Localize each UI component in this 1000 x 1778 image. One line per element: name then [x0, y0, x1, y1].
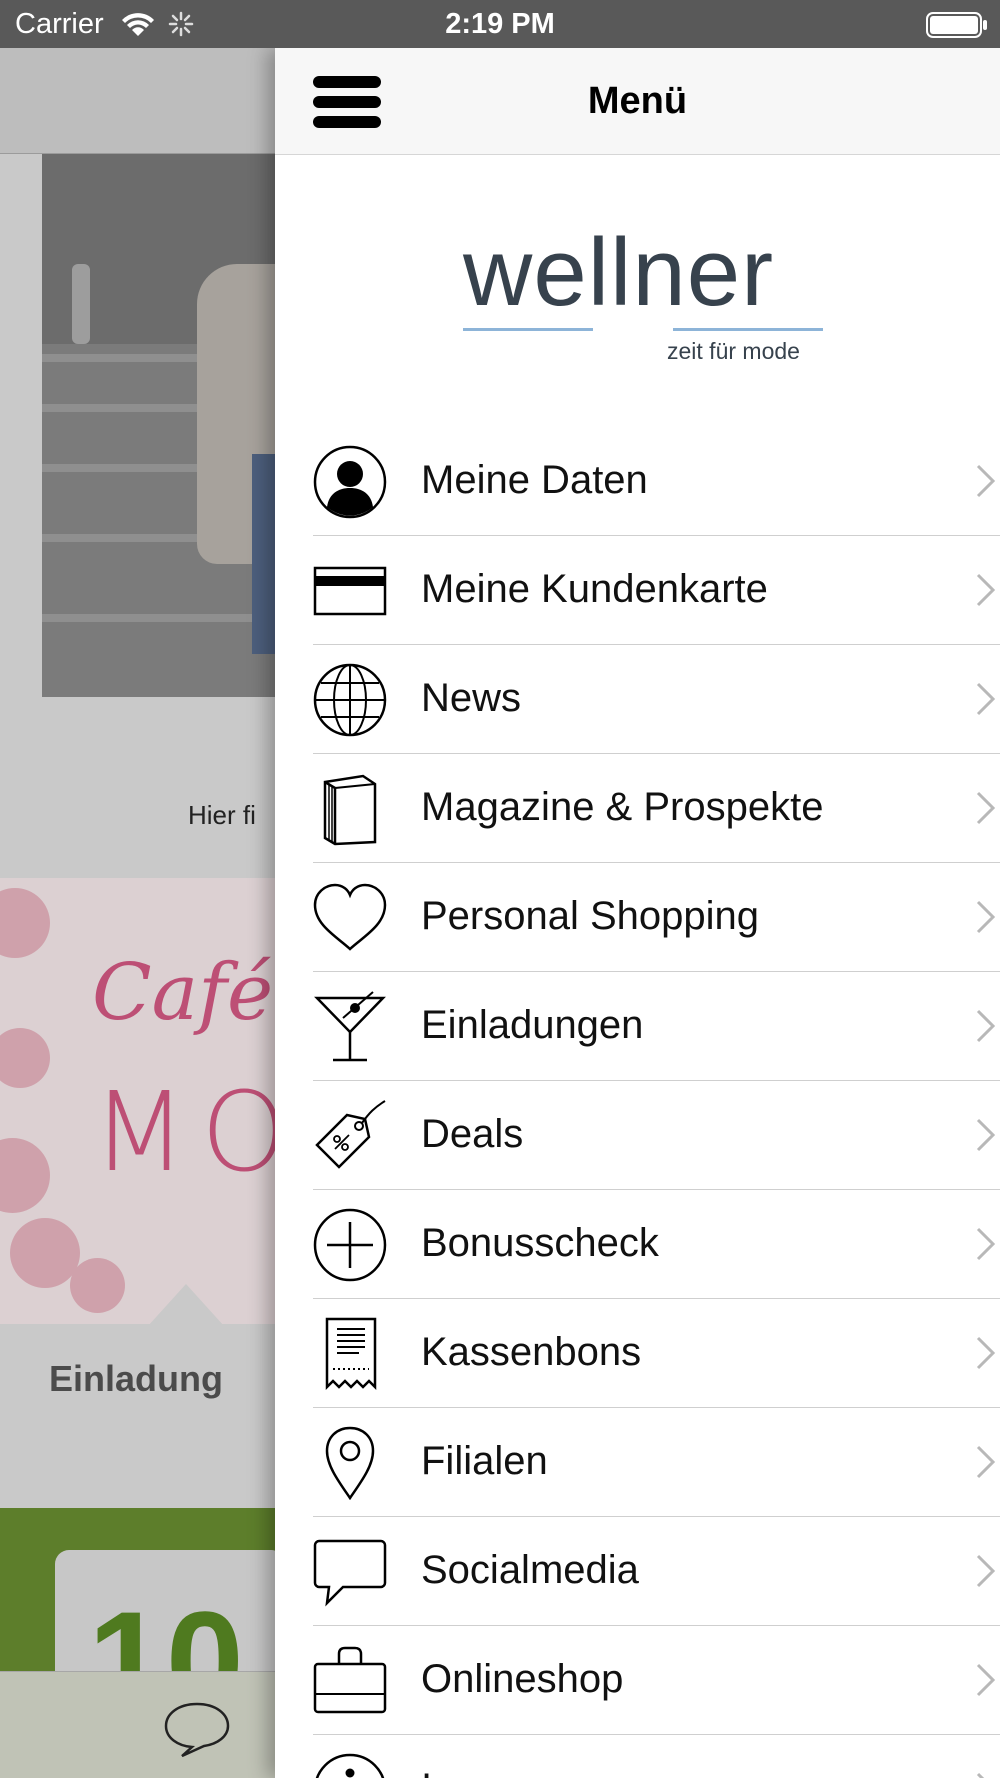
menu-item-personal-shopping[interactable]: Personal Shopping: [313, 863, 1000, 972]
menu-item-label: Impressum: [421, 1766, 619, 1778]
status-bar: Carrier 2:19 PM: [0, 0, 1000, 48]
chevron-right-icon: [976, 1772, 985, 1778]
logo-tagline: zeit für mode: [667, 338, 800, 364]
price-tag-icon: [315, 1100, 386, 1169]
banner-caps-text: MODE: [92, 1068, 275, 1196]
drawer-title: Menü: [587, 80, 688, 122]
speech-bubble-icon: [313, 1539, 387, 1607]
menu-item-label: Meine Kundenkarte: [421, 567, 768, 611]
location-pin-icon: [325, 1426, 375, 1500]
credit-card-icon: [313, 566, 387, 616]
background-tab-bar: [0, 1671, 275, 1778]
menu-item-filialen[interactable]: Filialen: [313, 1408, 1000, 1517]
menu-item-label: Magazine & Prospekte: [421, 785, 824, 829]
menu-item-label: Onlineshop: [421, 1657, 624, 1701]
menu-item-bonusscheck[interactable]: Bonusscheck: [313, 1190, 1000, 1299]
menu-item-meine-daten[interactable]: Meine Daten: [313, 427, 1000, 536]
menu-item-label: Bonusscheck: [421, 1221, 659, 1265]
menu-list: Meine Daten Meine Kundenkarte News Magaz…: [313, 427, 1000, 1778]
menu-item-label: Socialmedia: [421, 1548, 639, 1592]
menu-item-onlineshop[interactable]: Onlineshop: [313, 1626, 1000, 1735]
background-hero-photo: [42, 154, 275, 697]
cocktail-glass-icon: [314, 991, 386, 1062]
chevron-right-icon: [976, 1445, 996, 1479]
banner-script-text: Café: [92, 948, 274, 1038]
chevron-right-icon: [976, 1118, 996, 1152]
chat-icon[interactable]: [162, 1698, 232, 1760]
tab-indicator: [148, 1284, 224, 1326]
chevron-right-icon: [976, 1009, 996, 1043]
background-tab-label[interactable]: Einladung: [49, 1358, 223, 1400]
background-app-content: Hier fi Café MODE Einladung 10: [0, 48, 275, 1778]
menu-item-label: Meine Daten: [421, 458, 648, 502]
receipt-icon: [325, 1317, 377, 1391]
shopping-bag-icon: [313, 1646, 387, 1714]
clock: 2:19 PM: [445, 8, 555, 40]
chevron-right-icon: [976, 1554, 996, 1588]
menu-item-label: Kassenbons: [421, 1330, 642, 1374]
chevron-right-icon: [976, 791, 996, 825]
magazine-icon: [323, 774, 377, 846]
chevron-right-icon: [976, 573, 996, 607]
chevron-right-icon: [976, 682, 996, 716]
logo-wordmark: wellner: [463, 219, 775, 326]
menu-item-label: News: [421, 676, 522, 720]
chevron-right-icon: [976, 900, 996, 934]
background-navbar: [0, 48, 275, 154]
background-caption: Hier fi: [188, 800, 256, 830]
menu-item-deals[interactable]: Deals: [313, 1081, 1000, 1190]
menu-item-label: Einladungen: [421, 1003, 644, 1047]
plus-circle-icon: [313, 1208, 387, 1282]
chevron-right-icon: [976, 464, 996, 498]
heart-icon: [313, 883, 387, 951]
info-circle-icon: [315, 1753, 385, 1778]
menu-item-socialmedia[interactable]: Socialmedia: [313, 1517, 1000, 1626]
battery-icon: [926, 12, 987, 38]
background-event-banner[interactable]: Café MODE: [0, 878, 275, 1324]
chevron-right-icon: [976, 1227, 996, 1261]
chevron-right-icon: [976, 1336, 996, 1370]
menu-item-label: Personal Shopping: [421, 894, 760, 938]
side-menu-drawer: Menü wellner zeit für mode Meine Daten M…: [275, 48, 1000, 1778]
chevron-right-icon: [976, 1663, 996, 1697]
brand-logo: wellner zeit für mode: [463, 178, 823, 408]
menu-item-einladungen[interactable]: Einladungen: [313, 972, 1000, 1081]
user-avatar-icon: [313, 445, 387, 519]
menu-item-meine-kundenkarte[interactable]: Meine Kundenkarte: [313, 536, 1000, 645]
globe-icon: [313, 663, 387, 737]
drawer-header: Menü: [275, 48, 1000, 155]
menu-item-news[interactable]: News: [313, 645, 1000, 754]
menu-item-label: Filialen: [421, 1439, 548, 1483]
menu-item-kassenbons[interactable]: Kassenbons: [313, 1299, 1000, 1408]
menu-item-impressum[interactable]: Impressum: [313, 1735, 1000, 1778]
menu-item-magazine-prospekte[interactable]: Magazine & Prospekte: [313, 754, 1000, 863]
menu-item-label: Deals: [421, 1112, 524, 1156]
